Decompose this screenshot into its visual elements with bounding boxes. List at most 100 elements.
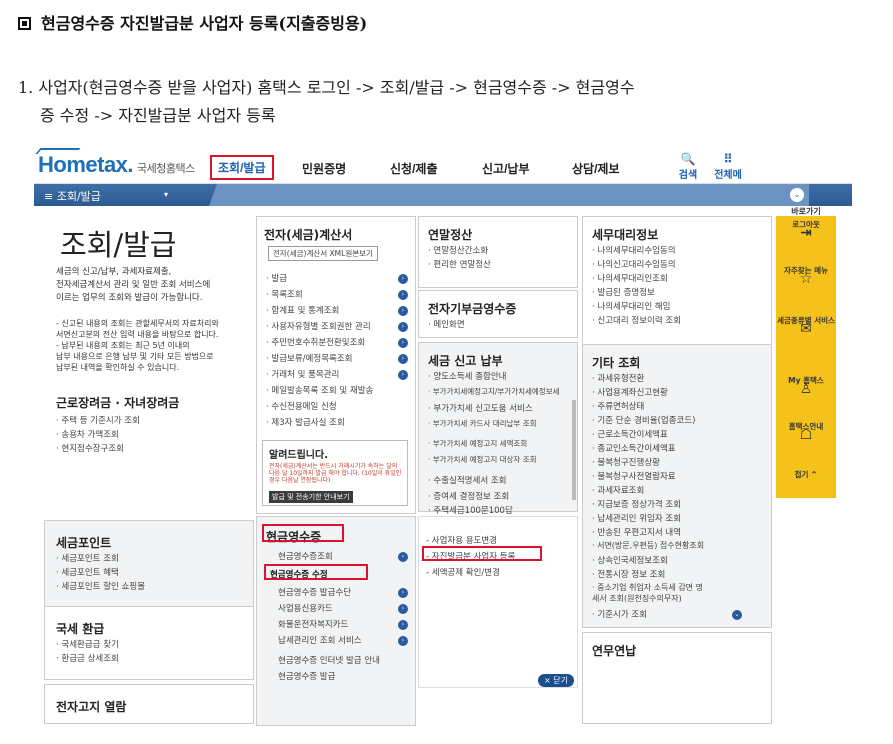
nav-civil-cert[interactable]: 민원증명 [302,160,346,177]
etax-title[interactable]: 전자(세금)계산서 [264,226,352,243]
chevron-right-icon[interactable]: › [398,604,408,614]
close-button[interactable]: × 닫기 [538,674,574,687]
nav-report-pay[interactable]: 신고/납부 [482,160,530,177]
section-incentive[interactable]: 근로장려금 · 자녀장려금 [56,394,179,411]
menu-link[interactable]: · 지급보증 정상가격 조회 [592,498,681,510]
pension-title[interactable]: 연무연납 [592,642,636,659]
favorite-menu-button[interactable]: 자주찾는 메뉴 ☆ [776,266,836,286]
logout-button[interactable]: 로그아웃 ⇥ [776,220,836,240]
menu-link[interactable]: 현금영수증 인터넷 발급 안내 [278,654,380,666]
menu-link[interactable]: · 사업용계좌신고현황 [592,386,668,398]
menu-link[interactable]: · 종교인소득간이세액표 [592,442,676,454]
fold-button[interactable]: 접기 ^ [776,470,836,479]
menu-link[interactable]: · 부가가치세 카드사 대리납부 조회 [428,418,537,429]
chevron-right-icon[interactable]: › [398,588,408,598]
menu-link[interactable]: · 발급보류/예정목록조회 [266,352,352,364]
yearend-title[interactable]: 연말정산 [428,226,472,243]
chevron-right-icon[interactable]: › [398,370,408,380]
menu-link[interactable]: · 불복청구사전열람자료 [592,470,676,482]
menu-link[interactable]: · 나의신고대리수임동의 [592,258,676,270]
menu-link[interactable]: · 편리한 연말정산 [428,258,491,270]
menu-link[interactable]: · 송용차 가액조회 [56,428,119,440]
chevron-down-icon[interactable]: ⌄ [732,610,742,620]
menu-link[interactable]: · 주민번호수취분전환및조회 [266,336,365,348]
chevron-right-icon[interactable]: › [398,552,408,562]
menu-link[interactable]: · 발급 [266,272,287,284]
menu-link[interactable]: · 세금포인트 할인 쇼핑몰 [56,580,145,592]
menu-link[interactable]: · 나의세무대리인조회 [592,272,668,284]
menu-link[interactable]: · 기준시가 조회 [592,608,647,620]
menu-link[interactable]: 화물운전자복지카드 [278,618,348,630]
search-button[interactable]: 🔍 검색 [670,152,706,181]
menu-link[interactable]: · 메인화면 [428,318,465,330]
menu-link[interactable]: · 증여세 결정정보 조회 [428,490,509,502]
tax-points-title[interactable]: 세금포인트 [56,534,111,551]
menu-link[interactable]: · 수출실적명세서 조회 [428,474,507,486]
menu-link[interactable]: · 국세환급금 찾기 [56,638,119,650]
menu-link[interactable]: 현금영수증 발급 [278,670,335,682]
collapse-icon[interactable]: ⌄ [790,188,804,202]
donation-title[interactable]: 전자기부금영수증 [428,300,516,317]
menu-link[interactable]: · 세금포인트 조회 [56,552,119,564]
breadcrumb-label[interactable]: ≡ 조회/발급 [44,188,101,204]
chevron-right-icon[interactable]: › [398,338,408,348]
menu-link[interactable]: · 환급금 상세조회 [56,652,119,664]
tax-report-title[interactable]: 세금 신고 납부 [428,352,503,369]
menu-link[interactable]: · 중소기업 취업자 소득세 감면 명 [592,582,703,593]
xml-view-button[interactable]: 전자(세금)계산서 XML원본보기 [268,246,378,261]
menu-link[interactable]: · 과세자료조회 [592,484,644,496]
chevron-right-icon[interactable]: › [398,306,408,316]
menu-link[interactable]: · 기준 단순 경비율(업종코드) [592,414,695,426]
menu-link[interactable]: · 서면(방문,우편등) 접수현황조회 [592,540,704,551]
menu-link[interactable]: · 주류면허상태 [592,400,644,412]
menu-link[interactable]: · 합계표 및 통계조회 [266,304,339,316]
menu-link[interactable]: · 세금포인트 혜택 [56,566,119,578]
menu-link[interactable]: · 주택 등 기준시가 조회 [56,414,140,426]
menu-link[interactable]: · 부가가치세예정고지/부가가치세예정보세 [428,386,560,397]
menu-link[interactable]: · 부가가치세 신고도움 서비스 [428,402,533,414]
menu-link[interactable]: - 사업자용 용도변경 [426,534,497,546]
menu-link[interactable]: · 사용자유형별 조회권한 관리 [266,320,371,332]
chevron-right-icon[interactable]: › [398,322,408,332]
ebill-title[interactable]: 전자고지 열람 [56,698,126,715]
menu-link[interactable]: · 메일발송목록 조회 및 재발송 [266,384,373,396]
menu-link[interactable]: · 전통시장 정보 조회 [592,568,665,580]
menu-link[interactable]: · 과세유형전환 [592,372,644,384]
chevron-right-icon[interactable]: › [398,354,408,364]
menu-link[interactable]: · 부가가치세 예정고지 대상자 조회 [428,454,537,465]
menu-link[interactable]: · 거래처 및 품목관리 [266,368,339,380]
menu-link[interactable]: · 납세관리인 위임자 조회 [592,512,681,524]
menu-link[interactable]: · 현지점수장구조회 [56,442,124,454]
menu-link[interactable]: · 수신전용메일 신청 [266,400,337,412]
menu-link[interactable]: · 상속인국세정보조회 [592,554,668,566]
menu-link[interactable]: 현금영수증 발급수단 [278,586,351,598]
chevron-right-icon[interactable]: › [398,290,408,300]
chevron-right-icon[interactable]: › [398,274,408,284]
menu-link[interactable]: · 발급된 증명정보 [592,286,655,298]
chevron-right-icon[interactable]: › [398,636,408,646]
menu-link[interactable]: · 제3자 발급사실 조회 [266,416,345,428]
refund-title[interactable]: 국세 환급 [56,620,104,637]
menu-link[interactable]: 사업용신용카드 [278,602,333,614]
hometax-logo[interactable]: Hometax. 국세청홈택스 [35,148,195,178]
agent-title[interactable]: 세무대리정보 [592,226,658,243]
scrollbar[interactable] [572,400,576,500]
nav-apply-submit[interactable]: 신청/제출 [390,160,438,177]
menu-link[interactable]: · 신고대리 정보이력 조회 [592,314,681,326]
menu-link[interactable]: · 연말정산간소화 [428,244,488,256]
menu-link[interactable]: · 근로소득간이세액표 [592,428,668,440]
deadline-guide-button[interactable]: 발급 및 전송기한 안내보기 [269,491,353,503]
my-hometax-button[interactable]: My 홈택스 ♙ [776,376,836,396]
chevron-down-icon[interactable]: ▾ [164,190,168,199]
menu-link[interactable]: · 불복청구진행상황 [592,456,660,468]
nav-lookup-issue[interactable]: 조회/발급 [210,155,274,180]
etc-title[interactable]: 기타 조회 [592,354,640,371]
hometax-guide-button[interactable]: 홈택스안내 ☖ [776,422,836,442]
menu-link[interactable]: · 반송된 우편고지서 내역 [592,526,681,538]
tax-service-button[interactable]: 세금종류별 서비스 ✉ [776,316,836,336]
nav-consult[interactable]: 상담/제보 [572,160,620,177]
menu-link[interactable]: 현금영수증조회 [278,550,333,562]
menu-link[interactable]: · 나의세무대리인 해임 [592,300,671,312]
menu-link[interactable]: - 세액공제 확인/변경 [426,566,500,578]
chevron-right-icon[interactable]: › [398,620,408,630]
